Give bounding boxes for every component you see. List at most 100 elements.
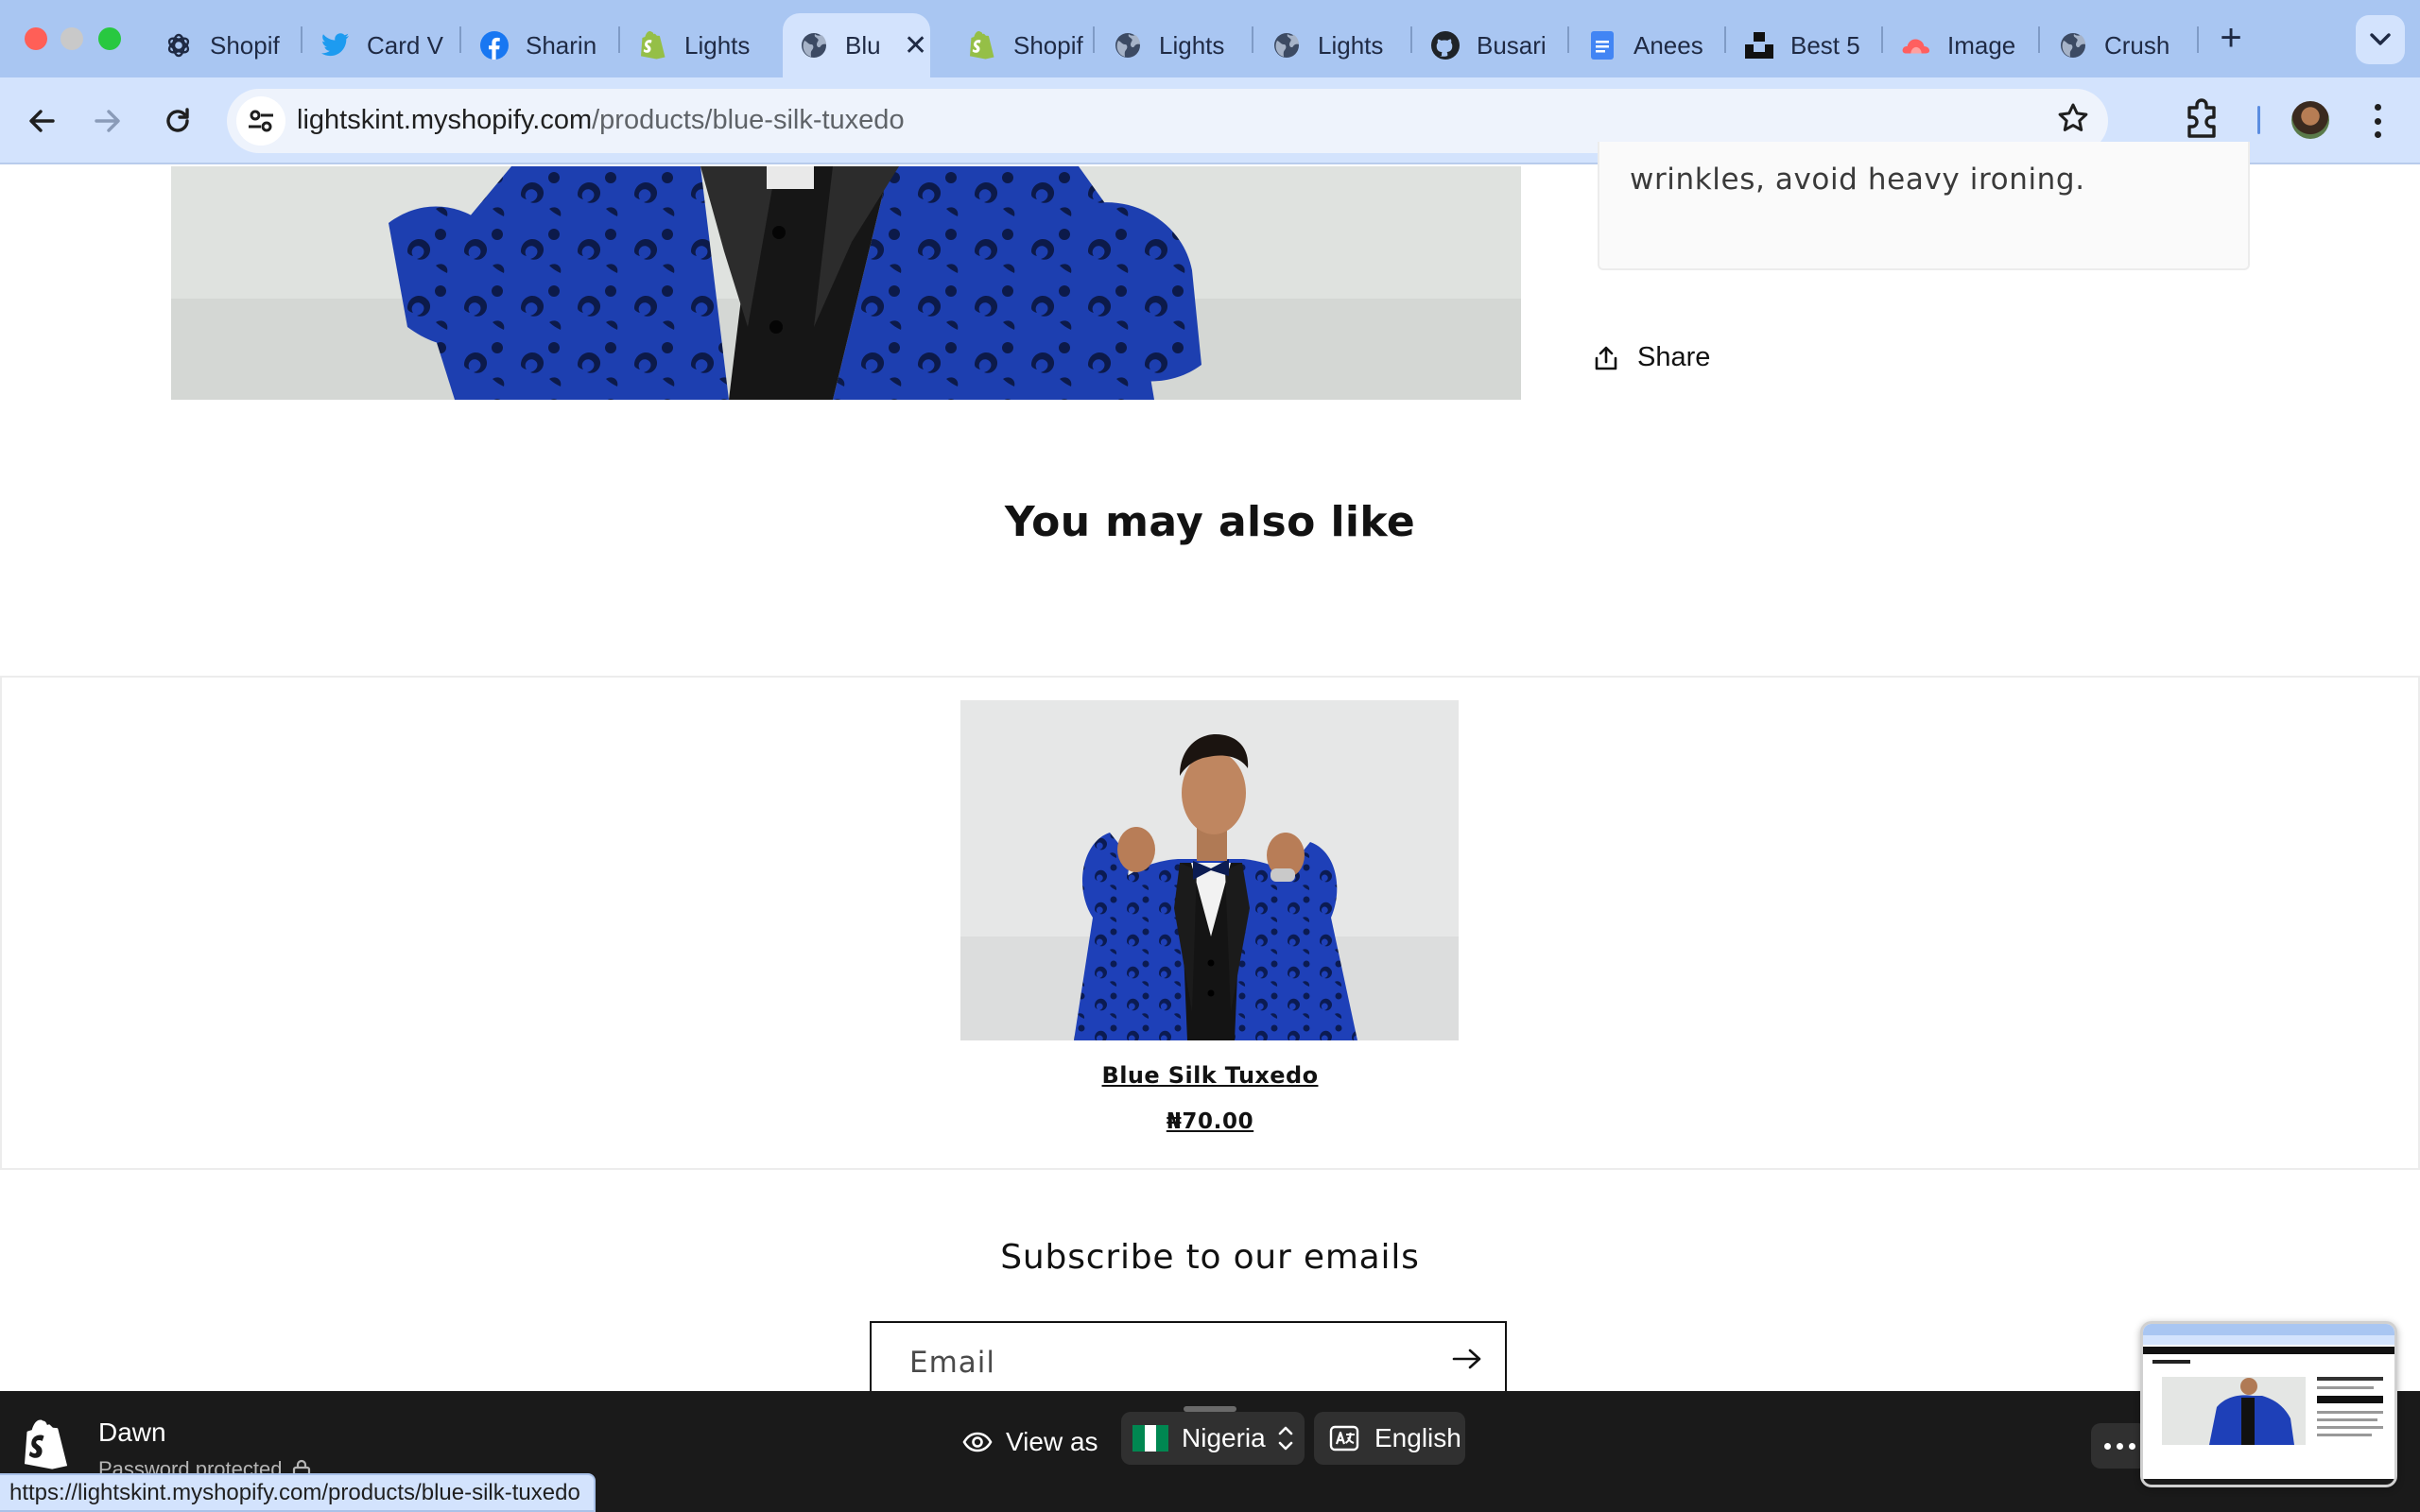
close-tab-icon[interactable]: ✕ [902,29,930,62]
product-card-price: ₦70.00 [1166,1109,1254,1134]
tab-divider [1881,26,1883,53]
care-instructions-text: wrinkles, avoid heavy ironing. [1630,163,2085,197]
globe-icon [2059,31,2087,60]
extensions-puzzle-icon[interactable] [2186,98,2221,143]
tab-lightskint-admin[interactable]: Lights [622,13,764,77]
tab-label: Lights [1318,30,1384,60]
tuxedo-model-photo [960,700,1459,1040]
forward-button[interactable] [85,98,130,144]
site-info-button[interactable] [236,96,285,146]
chevron-updown-icon [1278,1426,1293,1451]
bookmark-star-icon[interactable] [2057,102,2089,139]
new-tab-button[interactable]: + [2210,19,2252,60]
shopify-icon [968,31,996,60]
tab-label: Shopif [1013,30,1083,60]
tab-divider [618,26,620,53]
twitter-icon [321,31,350,60]
arrow-right-icon [95,110,120,132]
tab-google-docs-anees[interactable]: Anees [1571,13,1722,77]
eye-icon [962,1432,993,1452]
recommendations-heading: You may also like [1004,498,1416,546]
openai-icon [164,31,193,60]
tab-unsplash-best[interactable]: Best 5 [1728,13,1881,77]
tab-label: Lights [684,30,751,60]
tab-facebook-sharing[interactable]: Sharin [463,13,614,77]
globe-icon [800,31,828,60]
tab-label: Crush [2104,30,2170,60]
share-label: Share [1637,342,1711,372]
globe-icon [1272,31,1301,60]
url-path: /products/blue-silk-tuxedo [592,105,905,135]
tab-label: Shopif [210,30,280,60]
language-button[interactable]: English [1314,1412,1465,1465]
tab-shopify-chatgpt[interactable]: Shopif [147,13,291,77]
picture-in-picture-thumbnail[interactable] [2140,1321,2397,1487]
reload-button[interactable] [155,98,200,144]
window-close-button[interactable] [25,27,47,50]
tab-lightskint-2[interactable]: Lights [1097,13,1248,77]
tab-divider [1252,26,1253,53]
arrow-right-icon [1452,1349,1481,1369]
country-select[interactable]: Nigeria [1121,1412,1305,1465]
link-hover-status-url: https://lightskint.myshopify.com/product… [0,1473,596,1512]
tab-image-tool[interactable]: Image [1885,13,2044,77]
tab-divider [301,26,302,53]
tab-blue-silk-tuxedo[interactable]: Blu ✕ [783,13,930,77]
url-domain: lightskint.myshopify.com [297,105,593,135]
profile-avatar[interactable] [2291,101,2329,139]
tab-label: Best 5 [1790,30,1860,60]
tab-lightskint-3[interactable]: Lights [1255,13,1407,77]
tuxedo-photo-crop [171,166,1521,400]
newsletter-heading: Subscribe to our emails [1000,1238,1420,1277]
more-options-button[interactable] [2091,1423,2148,1469]
tab-divider [1093,26,1095,53]
docs-icon [1588,31,1616,60]
tab-github-busari[interactable]: Busari [1414,13,1571,77]
product-main-image[interactable] [171,166,1521,400]
tab-divider [1724,26,1726,53]
reload-icon [166,108,189,132]
facebook-icon [480,31,509,60]
email-field-label: Email [909,1346,996,1380]
tab-search-button[interactable] [2356,15,2405,64]
email-field[interactable]: Email [870,1321,1507,1391]
tab-divider [2197,26,2199,53]
translate-icon [1329,1425,1359,1452]
tab-card-validator[interactable]: Card V [304,13,456,77]
window-minimize-button[interactable] [60,27,83,50]
share-button[interactable]: Share [1594,342,1710,373]
tab-divider [1567,26,1569,53]
github-icon [1431,31,1460,60]
share-icon [1595,346,1617,369]
toolbar-divider [2257,106,2260,134]
browser-menu-button[interactable] [2363,100,2392,142]
globe-icon [1114,31,1142,60]
tab-divider [459,26,461,53]
back-button[interactable] [19,98,64,144]
tab-label: Image [1947,30,2016,60]
shopify-icon [639,31,667,60]
tab-label: Busari [1477,30,1547,60]
subscribe-arrow-button[interactable] [1452,1348,1482,1375]
language-label: English [1374,1423,1461,1452]
tab-label: Card V [367,30,443,60]
tab-divider [1410,26,1412,53]
arrow-left-icon [29,110,55,132]
shopify-bag-icon [25,1419,68,1475]
product-card-title[interactable]: Blue Silk Tuxedo [0,1062,2420,1089]
tab-label: Anees [1634,30,1703,60]
theme-name: Dawn [98,1418,166,1447]
tab-crush[interactable]: Crush [2042,13,2195,77]
tab-shopify-2[interactable]: Shopif [951,13,1093,77]
product-card-image[interactable] [960,700,1459,1040]
tab-label: Lights [1159,30,1225,60]
cloud-icon [1902,31,1930,60]
window-zoom-button[interactable] [98,27,121,50]
nigeria-flag-icon [1132,1425,1169,1452]
page-preview-mini [2143,1324,2394,1485]
view-as-text: View as [1006,1427,1098,1456]
unsplash-icon [1745,31,1773,60]
view-as-label: View as [962,1427,1098,1457]
country-label: Nigeria [1182,1423,1266,1452]
tab-label: Blu [845,30,881,60]
